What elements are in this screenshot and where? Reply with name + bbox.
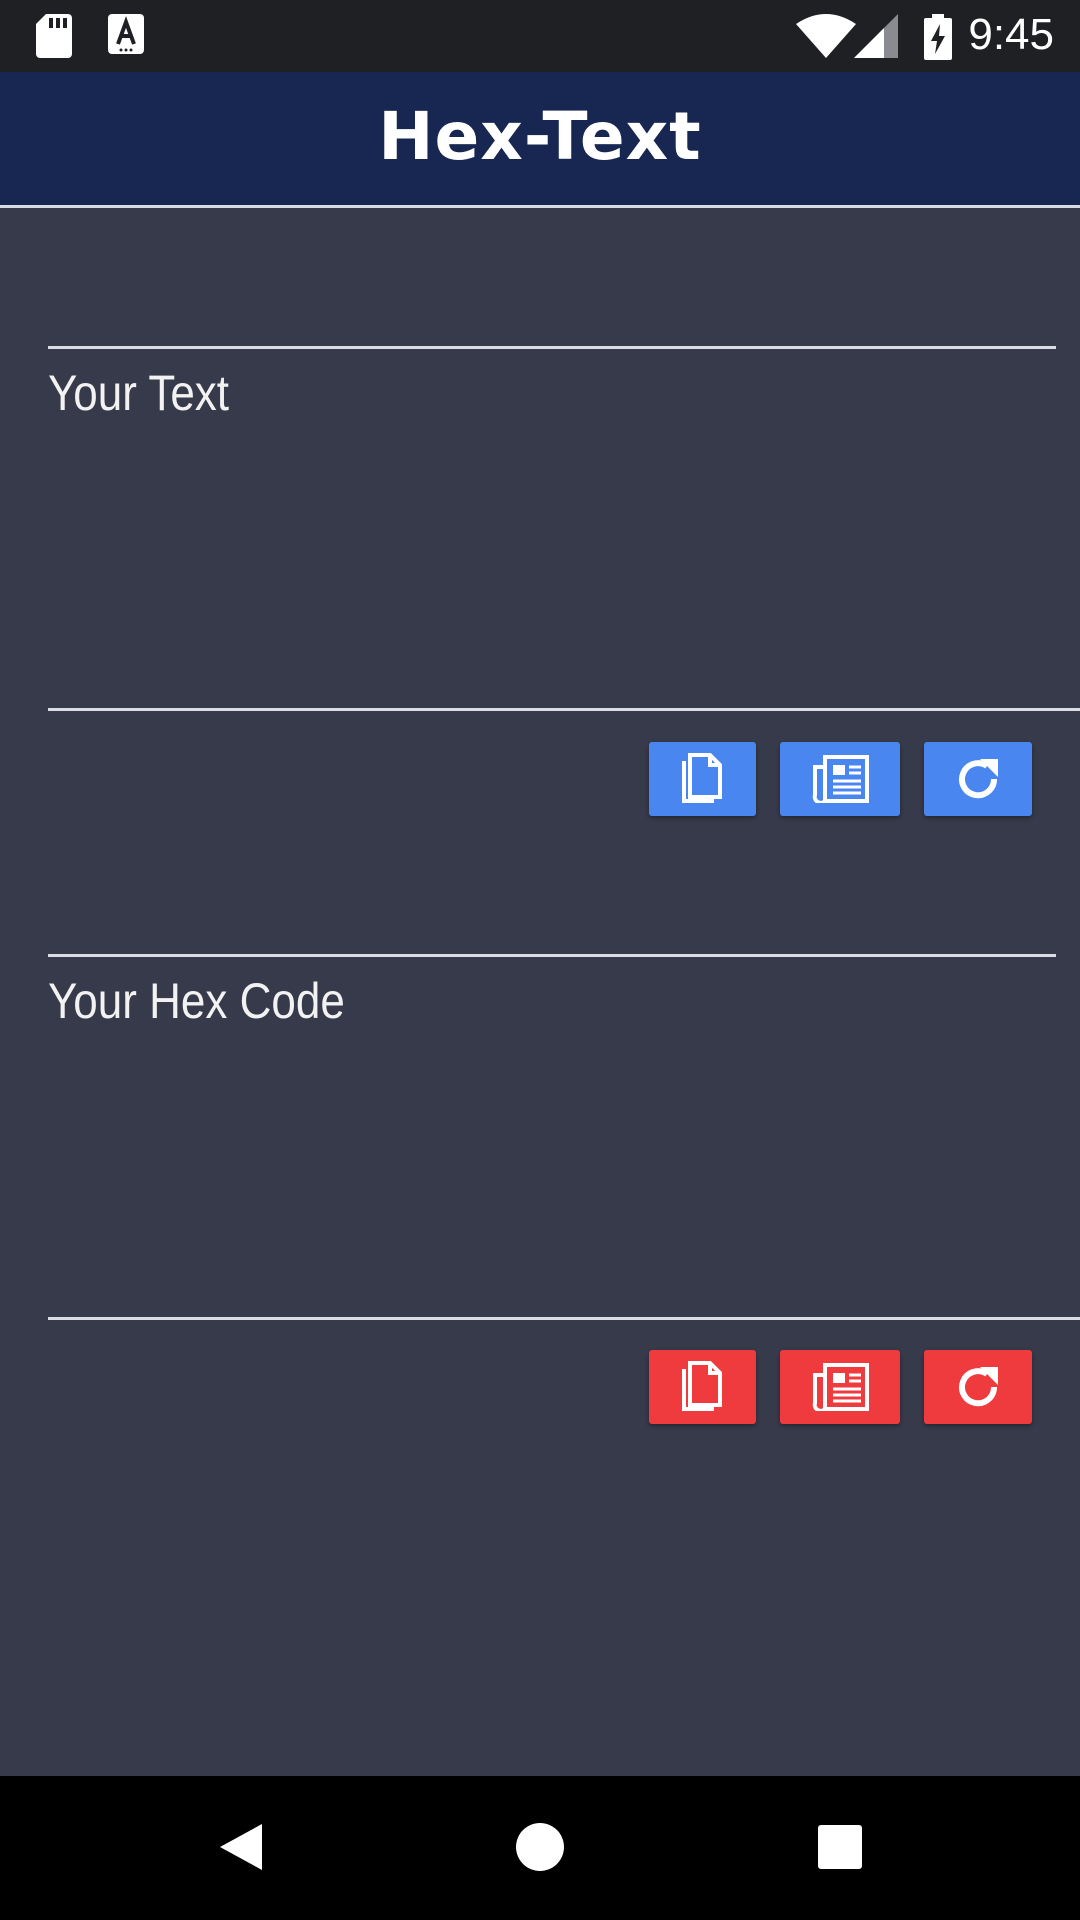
paste-icon (811, 1363, 869, 1411)
hex-field-bottom-divider (48, 1317, 1080, 1320)
recents-button[interactable] (805, 1814, 875, 1884)
home-button[interactable] (505, 1814, 575, 1884)
paste-icon (811, 755, 869, 803)
paste-text-button[interactable] (780, 742, 900, 816)
status-time: 9:45 (968, 10, 1054, 59)
back-icon (216, 1822, 264, 1877)
back-button[interactable] (205, 1814, 275, 1884)
hex-input[interactable] (48, 1038, 1028, 1308)
copy-icon (680, 1361, 726, 1413)
hex-field-label: Your Hex Code (48, 973, 345, 1029)
copy-hex-button[interactable] (649, 1350, 756, 1424)
copy-icon (680, 753, 726, 805)
hex-field-top-divider (48, 954, 1056, 957)
text-input[interactable] (48, 430, 1028, 700)
reset-hex-button[interactable] (924, 1350, 1032, 1424)
app-bar: Hex-Text (0, 72, 1080, 208)
recents-icon (817, 1824, 863, 1875)
reset-text-button[interactable] (924, 742, 1032, 816)
signal-icon (854, 14, 898, 63)
navigation-bar (0, 1776, 1080, 1920)
keyboard-a-icon (108, 14, 144, 59)
wifi-icon (796, 14, 856, 63)
text-field-top-divider (48, 346, 1056, 349)
home-icon (515, 1822, 565, 1877)
battery-charging-icon (924, 14, 952, 65)
paste-hex-button[interactable] (780, 1350, 900, 1424)
app-title: Hex-Text (378, 98, 702, 175)
reset-icon (954, 1363, 1002, 1411)
text-field-bottom-divider (48, 708, 1080, 711)
text-field-label: Your Text (48, 365, 230, 421)
reset-icon (954, 755, 1002, 803)
status-bar: 9:45 (0, 0, 1080, 72)
sd-card-icon (36, 14, 72, 63)
copy-text-button[interactable] (649, 742, 756, 816)
